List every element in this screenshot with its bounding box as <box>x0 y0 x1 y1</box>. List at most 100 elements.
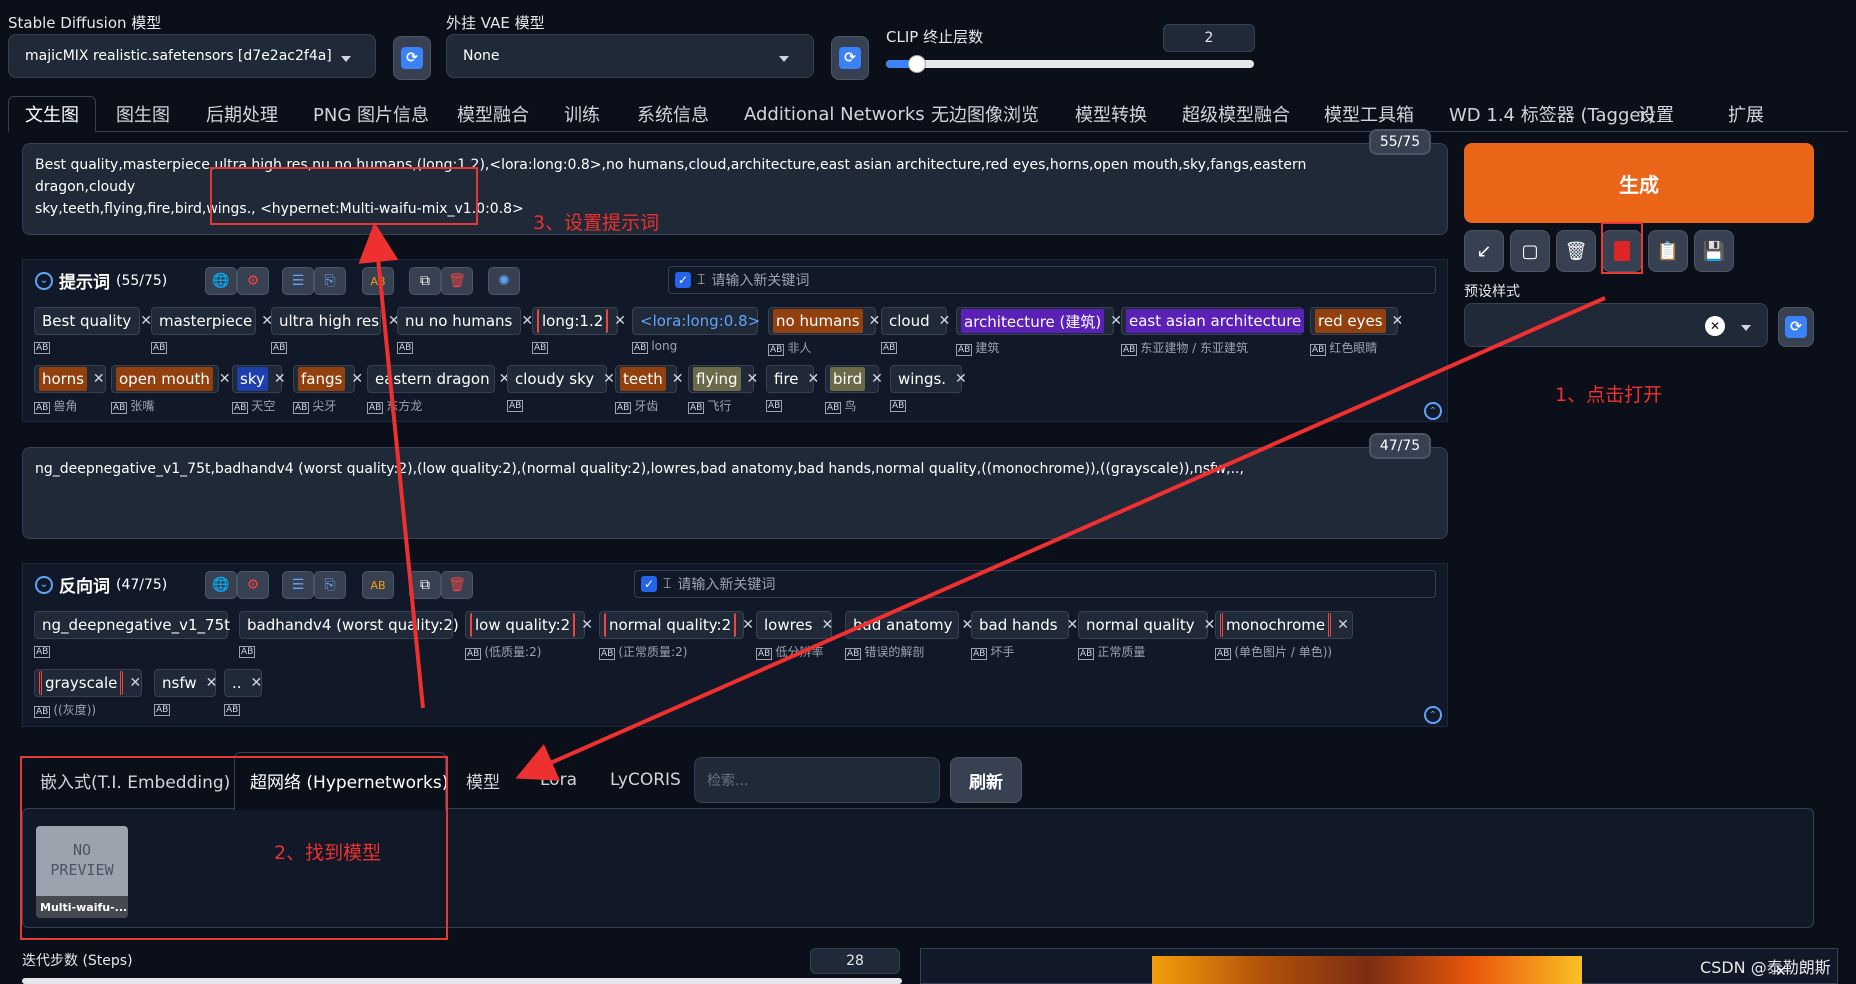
steps-slider-track[interactable] <box>22 978 902 984</box>
keyword-chip[interactable]: grayscale ✕ <box>34 669 142 697</box>
keyword-chip[interactable]: east asian architecture✕ <box>1121 307 1322 335</box>
collapse-icon[interactable]: ⌃ <box>1424 402 1442 420</box>
keyword-chip[interactable]: bad anatomy ✕ <box>845 611 973 639</box>
keyword-chip[interactable]: horns ✕ <box>34 365 106 393</box>
collapse-icon[interactable]: ⌃ <box>1424 706 1442 724</box>
close-icon[interactable]: ✕ <box>1386 313 1410 329</box>
tab-txt2img[interactable]: 文生图 <box>8 96 96 132</box>
generate-button[interactable]: 生成 <box>1464 143 1814 223</box>
network-refresh-button[interactable]: 刷新 <box>950 757 1022 803</box>
openai-icon[interactable]: ✺ <box>488 267 520 295</box>
tab-additional-networks[interactable]: Additional Networks <box>744 96 925 132</box>
close-icon[interactable]: ✕ <box>666 371 690 387</box>
tab-lycoris[interactable]: LyCORIS <box>610 758 681 802</box>
delete-icon[interactable]: 🗑 <box>441 571 473 599</box>
translate-icon[interactable]: 🌐 <box>205 571 237 599</box>
keyword-chip[interactable]: flying ✕ <box>688 365 758 393</box>
keyword-chip[interactable]: sky ✕ <box>232 365 286 393</box>
clipboard-icon[interactable]: 📋 <box>1648 230 1688 272</box>
keyword-chip[interactable]: ultra high res ✕ <box>271 307 400 335</box>
keyword-chip[interactable]: badhandv4 (worst quality:2)✕ <box>239 611 480 639</box>
keyword-chip[interactable]: red eyes ✕ <box>1310 307 1403 335</box>
tab-img2img[interactable]: 图生图 <box>116 96 170 132</box>
translate-icon[interactable]: 🌐 <box>205 267 237 295</box>
keyword-chip[interactable]: lowres ✕ <box>756 611 833 639</box>
trash-icon[interactable]: 🗑 <box>1556 230 1596 272</box>
keyword-chip[interactable]: bad hands ✕ <box>971 611 1078 639</box>
translate-text-icon[interactable]: AB <box>362 267 394 295</box>
keyword-chip[interactable]: bird ✕ <box>825 365 883 393</box>
keyword-chip[interactable]: low quality:2 ✕ <box>465 611 593 639</box>
clip-slider-track[interactable] <box>886 55 1254 73</box>
edit-list-icon[interactable]: ☰ <box>282 267 314 295</box>
keyword-chip[interactable]: Best quality ✕ <box>34 307 152 335</box>
steps-value-input[interactable]: 28 <box>810 948 900 974</box>
tab-tagger[interactable]: WD 1.4 标签器 (Tagger) <box>1449 96 1655 132</box>
keyword-chip[interactable]: teeth ✕ <box>615 365 683 393</box>
negative-new-keyword-input[interactable]: ✓ ⌶ 请输入新关键词 <box>634 570 1436 598</box>
close-icon[interactable]: ✕ <box>741 371 765 387</box>
prompt-new-keyword-input[interactable]: ✓ ⌶ 请输入新关键词 <box>668 266 1436 294</box>
tab-train[interactable]: 训练 <box>564 96 600 132</box>
tab-extras[interactable]: 后期处理 <box>206 96 278 132</box>
tab-checkpoints[interactable]: 模型 <box>466 758 500 802</box>
delete-icon[interactable]: 🗑 <box>441 267 473 295</box>
keyword-chip[interactable]: open mouth ✕ <box>111 365 231 393</box>
arrow-icon[interactable]: ↙ <box>1464 230 1504 272</box>
tab-model-toolkit[interactable]: 模型工具箱 <box>1324 96 1414 132</box>
settings-icon[interactable]: ⚙ <box>237 267 269 295</box>
clip-value-input[interactable]: 2 <box>1163 24 1255 52</box>
clear-icon[interactable]: ✕ <box>1705 316 1725 336</box>
negative-prompt-textarea[interactable]: ng_deepnegative_v1_75t,badhandv4 (worst … <box>22 447 1448 539</box>
keyword-chip[interactable]: fangs ✕ <box>293 365 363 393</box>
preset-refresh-button[interactable]: ⟳ <box>1778 307 1814 347</box>
keyword-chip[interactable]: architecture (建筑) ✕ <box>956 307 1122 335</box>
vae-dropdown[interactable]: None <box>446 34 814 78</box>
chevron-down-icon[interactable]: ⌄ <box>35 575 53 594</box>
keyword-chip[interactable]: fire ✕ <box>766 365 819 393</box>
preset-style-dropdown[interactable]: ✕ <box>1464 303 1768 347</box>
save-icon[interactable]: 💾 <box>1694 230 1734 272</box>
close-icon[interactable]: ✕ <box>865 371 889 387</box>
keyword-chip[interactable]: cloudy sky ✕ <box>507 365 615 393</box>
tab-lora[interactable]: Lora <box>540 758 577 802</box>
close-icon[interactable]: ✕ <box>345 371 369 387</box>
close-icon[interactable]: ✕ <box>268 371 292 387</box>
close-icon[interactable]: ✕ <box>933 313 957 329</box>
tab-super-merge[interactable]: 超级模型融合 <box>1182 96 1290 132</box>
tab-image-browser[interactable]: 无边图像浏览 <box>931 96 1039 132</box>
tab-model-convert[interactable]: 模型转换 <box>1075 96 1147 132</box>
keyword-chip[interactable]: nu no humans ✕ <box>397 307 533 335</box>
bookmark-icon[interactable]: ⎘ <box>314 571 346 599</box>
keyword-chip[interactable]: long:1.2 ✕ <box>532 307 626 335</box>
close-icon[interactable]: ✕ <box>123 675 147 691</box>
keyword-chip[interactable]: <lora:long:0.8>✕ <box>632 307 781 335</box>
close-icon[interactable]: ✕ <box>816 617 840 633</box>
keyword-chip[interactable]: cloud ✕ <box>881 307 950 335</box>
copy-icon[interactable]: ⧉ <box>409 571 441 599</box>
close-icon[interactable]: ✕ <box>87 371 111 387</box>
translate-text-icon[interactable]: AB <box>362 571 394 599</box>
keyword-chip[interactable]: eastern dragon ✕ <box>367 365 510 393</box>
keyword-chip[interactable]: nsfw ✕ <box>154 669 217 697</box>
keyword-chip[interactable]: monochrome ✕ <box>1215 611 1353 639</box>
edit-list-icon[interactable]: ☰ <box>282 571 314 599</box>
close-icon[interactable]: ✕ <box>200 675 224 691</box>
close-icon[interactable]: ✕ <box>245 675 269 691</box>
copy-icon[interactable]: ⧉ <box>409 267 441 295</box>
keyword-chip[interactable]: normal quality:2 ✕ <box>599 611 754 639</box>
keyword-chip[interactable]: .. ✕ <box>224 669 262 697</box>
keyword-chip[interactable]: normal quality ✕ <box>1078 611 1215 639</box>
network-search-input[interactable]: 检索... <box>694 757 940 803</box>
vae-refresh-button[interactable]: ⟳ <box>831 36 869 80</box>
close-icon[interactable]: ✕ <box>1331 617 1355 633</box>
chevron-down-icon[interactable]: ⌄ <box>35 271 53 290</box>
sd-model-refresh-button[interactable]: ⟳ <box>393 36 431 80</box>
keyword-chip[interactable]: ng_deepnegative_v1_75t✕ <box>34 611 251 639</box>
sd-model-dropdown[interactable]: majicMIX realistic.safetensors [d7e2ac2f… <box>8 34 376 78</box>
keyword-chip[interactable]: wings. ✕ <box>890 365 967 393</box>
tab-settings[interactable]: 设置 <box>1638 96 1674 132</box>
checkbox-icon[interactable]: ✓ <box>675 272 691 288</box>
bookmark-icon[interactable]: ⎘ <box>314 267 346 295</box>
tab-extensions[interactable]: 扩展 <box>1728 96 1764 132</box>
